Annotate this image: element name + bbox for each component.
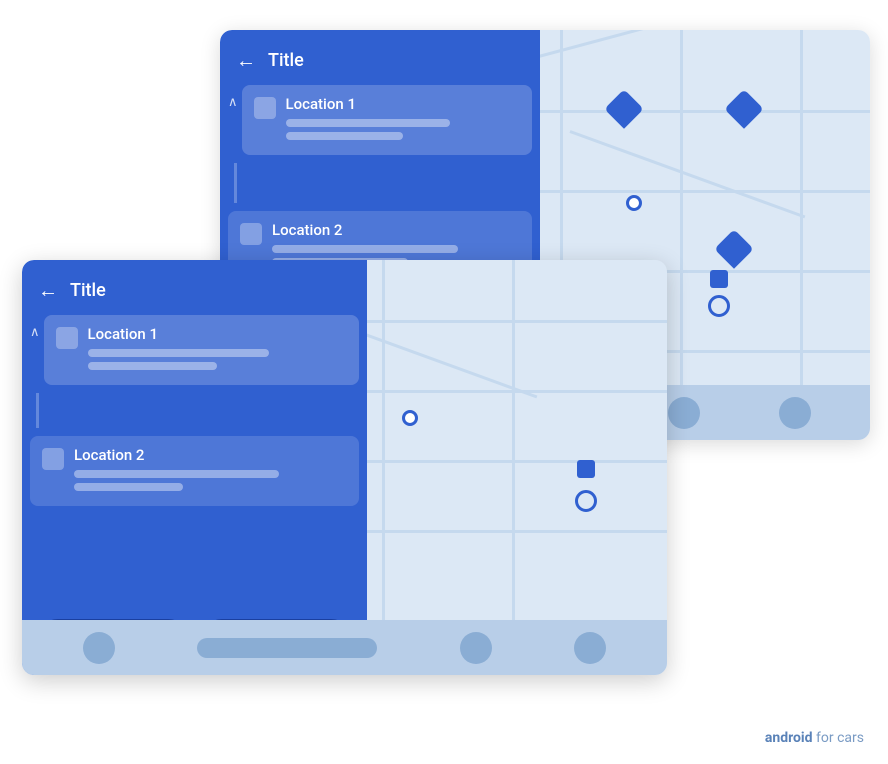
location-bar-1b xyxy=(286,132,403,140)
front-location-bar-1a xyxy=(88,349,270,357)
map-road xyxy=(800,30,803,440)
front-square-marker xyxy=(577,460,595,478)
bottom-circle-2 xyxy=(668,397,700,429)
front-panel-title: Title xyxy=(70,280,106,301)
front-sidebar-panel: ← Title ∧ Location 1 xyxy=(22,260,367,675)
front-location-name-2: Location 2 xyxy=(74,446,347,464)
back-panel-title: Title xyxy=(268,50,304,71)
location-item-1[interactable]: Location 1 xyxy=(242,85,532,155)
front-bottom-circle-1 xyxy=(83,632,115,664)
front-location-name-1: Location 1 xyxy=(88,325,347,343)
location-bar-2a xyxy=(272,245,458,253)
front-location-item-1[interactable]: Location 1 xyxy=(44,315,359,385)
front-location-icon-2 xyxy=(42,448,64,470)
front-bottom-circle-3 xyxy=(574,632,606,664)
map-marker-pin-3 xyxy=(720,235,748,263)
location-icon-2 xyxy=(240,223,262,245)
map-marker-pin-2 xyxy=(730,95,758,123)
chevron-up-icon[interactable]: ∧ xyxy=(228,95,238,110)
front-back-arrow-icon[interactable]: ← xyxy=(38,278,58,303)
front-dot-marker xyxy=(402,410,418,426)
map-square-marker xyxy=(710,270,728,288)
bottom-circle-3 xyxy=(779,397,811,429)
map-marker-pin-1 xyxy=(610,95,638,123)
front-location-content-2: Location 2 xyxy=(74,446,347,496)
map-dot-marker xyxy=(626,195,642,211)
front-list-divider xyxy=(36,393,39,428)
location-icon-1 xyxy=(254,97,276,119)
front-card: ← Title ∧ Location 1 xyxy=(22,260,667,675)
map-circle-outline-marker xyxy=(708,295,730,317)
front-panel-list: ∧ Location 1 Location 2 xyxy=(22,315,367,607)
front-bottom-bar xyxy=(22,620,667,675)
front-bottom-circle-2 xyxy=(460,632,492,664)
front-circle-outline-marker xyxy=(575,490,597,512)
front-location-bar-1b xyxy=(88,362,218,370)
list-divider xyxy=(234,163,237,203)
branding-normal: for cars xyxy=(813,730,864,746)
back-panel-header: ← Title xyxy=(220,30,540,85)
location-bar-1a xyxy=(286,119,450,127)
branding: android for cars xyxy=(765,730,864,746)
front-location-bar-2a xyxy=(74,470,279,478)
front-bottom-pill xyxy=(197,638,377,658)
map-road xyxy=(680,30,683,440)
map-road xyxy=(520,30,714,63)
front-list-item-1-row: ∧ Location 1 xyxy=(30,315,359,385)
location-content-1: Location 1 xyxy=(286,95,520,145)
front-location-bar-2b xyxy=(74,483,183,491)
front-location-content-1: Location 1 xyxy=(88,325,347,375)
front-location-icon-1 xyxy=(56,327,78,349)
front-location-item-2[interactable]: Location 2 xyxy=(30,436,359,506)
map-road xyxy=(569,130,805,218)
front-map-road xyxy=(382,260,385,675)
location-name-1: Location 1 xyxy=(286,95,520,113)
location-name-2: Location 2 xyxy=(272,221,520,239)
back-arrow-icon[interactable]: ← xyxy=(236,48,256,73)
front-chevron-up-icon[interactable]: ∧ xyxy=(30,325,40,340)
list-item-1: ∧ Location 1 xyxy=(228,85,532,155)
front-map-road xyxy=(512,260,515,675)
branding-bold: android xyxy=(765,730,813,746)
front-panel-header: ← Title xyxy=(22,260,367,315)
